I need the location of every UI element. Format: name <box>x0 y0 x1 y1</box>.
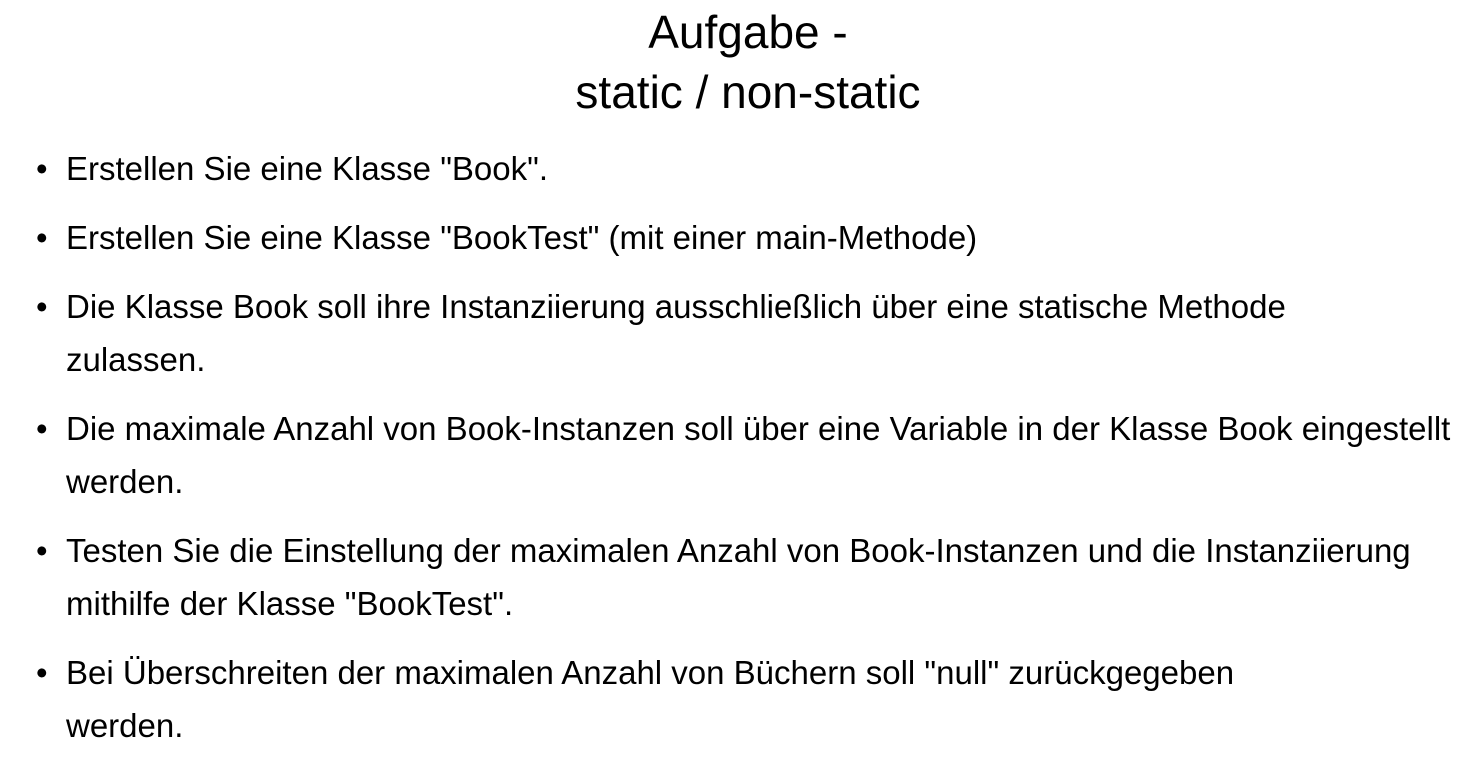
bullet-item-4: • Die maximale Anzahl von Book-Instanzen… <box>36 402 1461 508</box>
bullet-item-1: • Erstellen Sie eine Klasse "Book". <box>36 142 1461 195</box>
bullet-text: Die maximale Anzahl von Book-Instanzen s… <box>66 410 1451 500</box>
bullet-item-6: • Bei Überschreiten der maximalen Anzahl… <box>36 646 1461 752</box>
bullet-dot-icon: • <box>36 410 48 447</box>
bullet-list: • Erstellen Sie eine Klasse "Book". • Er… <box>36 142 1461 768</box>
bullet-dot-icon: • <box>36 532 48 569</box>
bullet-text: Die Klasse Book soll ihre Instanziierung… <box>66 288 1286 378</box>
slide-title-line-1: Aufgabe - <box>648 6 848 58</box>
bullet-text: Testen Sie die Einstellung der maximalen… <box>66 532 1411 622</box>
slide: Aufgabe - static / non-static • Erstelle… <box>0 0 1476 757</box>
slide-title: Aufgabe - static / non-static <box>0 2 1476 122</box>
bullet-text: Bei Überschreiten der maximalen Anzahl v… <box>66 654 1235 744</box>
bullet-item-3: • Die Klasse Book soll ihre Instanziieru… <box>36 280 1461 386</box>
bullet-dot-icon: • <box>36 150 48 187</box>
bullet-dot-icon: • <box>36 219 48 256</box>
slide-title-line-2: static / non-static <box>575 66 921 118</box>
bullet-item-5: • Testen Sie die Einstellung der maximal… <box>36 524 1461 630</box>
bullet-text: Erstellen Sie eine Klasse "Book". <box>66 150 549 187</box>
bullet-dot-icon: • <box>36 288 48 325</box>
bullet-dot-icon: • <box>36 654 48 691</box>
bullet-text: Erstellen Sie eine Klasse "BookTest" (mi… <box>66 219 978 256</box>
bullet-item-2: • Erstellen Sie eine Klasse "BookTest" (… <box>36 211 1461 264</box>
